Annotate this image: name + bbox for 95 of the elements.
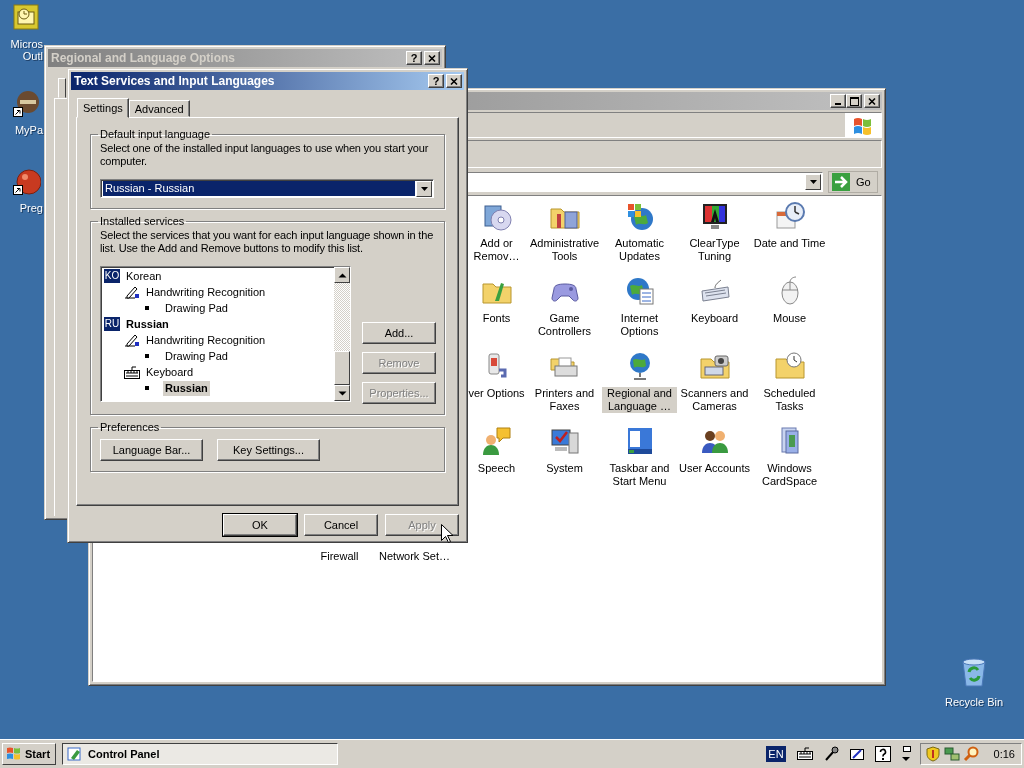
item-label[interactable]: System: [545, 462, 584, 475]
item-label[interactable]: Date and Time: [752, 237, 827, 250]
magnifier-icon[interactable]: [962, 746, 979, 762]
tablet-pen-icon[interactable]: [847, 746, 866, 762]
tab[interactable]: Settings: [77, 98, 129, 118]
item-label[interactable]: Add or Remov…: [466, 237, 527, 263]
tree-item[interactable]: Handwriting Recognition: [144, 332, 268, 348]
clock: 0:16: [993, 748, 1015, 760]
close-button[interactable]: [446, 74, 462, 88]
language-indicator[interactable]: EN: [766, 746, 786, 762]
item-label[interactable]: ver Options: [467, 387, 526, 400]
item-label[interactable]: Scheduled Tasks: [752, 387, 827, 413]
dropdown-arrow-icon: [809, 180, 817, 184]
item-label[interactable]: Firewall: [319, 550, 360, 563]
item-label[interactable]: ClearType Tuning: [677, 237, 752, 263]
bullet-icon: [145, 306, 149, 310]
dialog-button[interactable]: Cancel: [304, 514, 378, 536]
tree-item[interactable]: Handwriting Recognition: [144, 284, 268, 300]
dialog-button[interactable]: Language Bar...: [100, 439, 203, 461]
network-icon[interactable]: [943, 746, 960, 762]
close-icon: [427, 53, 437, 63]
dialog-button[interactable]: Key Settings...: [217, 439, 320, 461]
taskbar-button[interactable]: Control Panel: [62, 743, 338, 765]
scrollbar[interactable]: [334, 267, 350, 401]
tab[interactable]: Advanced: [128, 100, 190, 117]
pen-icon: [124, 285, 140, 299]
dialog-button[interactable]: OK: [223, 514, 297, 536]
tree-item[interactable]: Drawing Pad: [163, 348, 230, 364]
go-button[interactable]: Go: [828, 171, 878, 193]
calendar-clock-icon[interactable]: [773, 200, 806, 232]
start-button[interactable]: Start: [2, 743, 56, 765]
bullet-icon: [145, 354, 149, 358]
item-label[interactable]: User Accounts: [678, 462, 751, 475]
cursor-icon: [441, 524, 453, 543]
tree-item[interactable]: Korean: [124, 268, 164, 284]
tree-item[interactable]: Drawing Pad: [163, 300, 230, 316]
dialog-button[interactable]: Add...: [362, 322, 436, 344]
calendar-mail-icon[interactable]: [13, 4, 41, 32]
group-label: Preferences: [99, 421, 161, 433]
windows-logo-icon: [845, 113, 881, 137]
windows-logo-icon: [6, 746, 22, 762]
item-label[interactable]: Game Controllers: [527, 312, 602, 338]
group-label: Installed services: [99, 215, 186, 227]
group-label: Default input language: [99, 128, 212, 140]
close-icon: [867, 96, 877, 106]
pen-icon: [124, 333, 140, 347]
window-title: Text Services and Input Languages: [74, 74, 276, 88]
item-label[interactable]: Internet Options: [602, 312, 677, 338]
description-text: Select the services that you want for each input language shown in the list. Use the Add and Remove buttons to modify this list.: [100, 229, 435, 255]
item-label[interactable]: Fonts: [481, 312, 512, 325]
item-label[interactable]: Administrative Tools: [527, 237, 602, 263]
tree-item[interactable]: Russian: [124, 316, 171, 332]
item-label[interactable]: Scanners and Cameras: [677, 387, 752, 413]
item-label[interactable]: Automatic Updates: [602, 237, 677, 263]
keyboard-icon[interactable]: [795, 746, 814, 762]
item-label[interactable]: Windows CardSpace: [752, 462, 827, 488]
item-label[interactable]: Mouse: [772, 312, 807, 325]
scroll-down-button[interactable]: [334, 385, 350, 401]
tab[interactable]: [58, 78, 66, 98]
description-text: Select one of the installed input languages to use when you start your computer.: [100, 142, 430, 168]
tree-item[interactable]: Keyboard: [144, 364, 196, 380]
window-title: Regional and Language Options: [51, 51, 236, 65]
tree-item[interactable]: Russian: [163, 380, 210, 396]
language-tag: RU: [104, 317, 120, 331]
arrow-icon: [832, 173, 850, 191]
control-panel-icon: [67, 746, 83, 762]
language-dropdown[interactable]: Russian - Russian: [100, 179, 434, 198]
up-arrow-icon: [337, 272, 347, 278]
dropdown-button[interactable]: [805, 174, 821, 190]
item-label[interactable]: Network Set…: [378, 550, 451, 563]
bullet-icon: [145, 386, 149, 390]
folder-clock-icon[interactable]: [773, 350, 806, 382]
maximize-icon: [849, 96, 859, 106]
desktop-icon-label[interactable]: MyPa: [14, 124, 43, 136]
help-button[interactable]: ?: [428, 74, 444, 88]
item-label[interactable]: Speech: [476, 462, 517, 475]
desktop-icon-label[interactable]: Micros Outl: [10, 38, 43, 62]
person-speech-icon[interactable]: [480, 425, 513, 457]
emblem-icon[interactable]: [13, 90, 41, 118]
close-icon: [449, 76, 459, 86]
keyboard-icon: [124, 365, 140, 379]
help-icon[interactable]: [873, 745, 892, 763]
dropdown-arrow-icon: [420, 186, 428, 191]
item-label[interactable]: Keyboard: [689, 312, 740, 325]
down-arrow-icon: [337, 390, 347, 396]
language-tag: KO: [104, 269, 120, 283]
shield-icon[interactable]: [924, 746, 941, 762]
dropdown-button[interactable]: [416, 180, 432, 197]
scroll-up-button[interactable]: [334, 267, 350, 283]
desktop-icon-label[interactable]: Preg: [19, 202, 43, 214]
item-label[interactable]: Regional and Language …: [602, 387, 677, 413]
item-label[interactable]: Printers and Faxes: [527, 387, 602, 413]
desktop-icon-label[interactable]: Recycle Bin: [944, 696, 1004, 708]
item-label[interactable]: Taskbar and Start Menu: [602, 462, 677, 488]
scroll-thumb[interactable]: [334, 351, 350, 385]
